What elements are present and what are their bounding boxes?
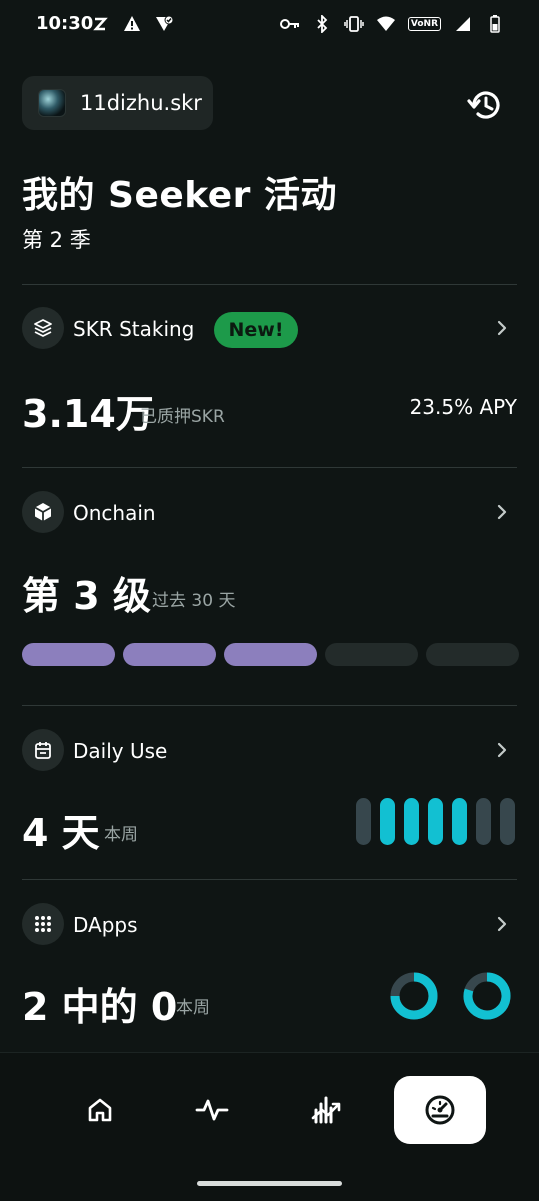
chevron-right-icon — [497, 320, 507, 336]
account-name: 11dizhu.skr — [80, 91, 202, 115]
onchain-progress — [22, 643, 519, 666]
activity-icon — [195, 1099, 229, 1121]
calendar-icon — [22, 729, 64, 771]
layers-icon — [22, 307, 64, 349]
staking-title: SKR Staking — [73, 317, 195, 341]
divider — [22, 284, 517, 285]
page-title: 我的 Seeker 活动 — [22, 175, 337, 216]
chevron-right-icon — [497, 742, 507, 758]
day-bar — [380, 798, 395, 845]
day-bar — [404, 798, 419, 845]
onchain-title: Onchain — [73, 501, 156, 525]
status-time: 10:30 — [36, 13, 94, 34]
dapps-title: DApps — [73, 913, 138, 937]
progress-segment — [224, 643, 317, 666]
cube-icon — [22, 491, 64, 533]
dapps-period: 本周 — [176, 998, 210, 1018]
vpn-key-icon — [279, 14, 300, 34]
day-bar — [428, 798, 443, 845]
bluetooth-icon — [312, 14, 332, 34]
nav-activity-dashboard[interactable] — [394, 1076, 486, 1144]
daily-use-period: 本周 — [104, 825, 138, 845]
speedometer-icon — [425, 1095, 455, 1125]
new-badge: New! — [214, 312, 298, 348]
progress-segment — [325, 643, 418, 666]
progress-segment — [426, 643, 519, 666]
day-bar — [452, 798, 467, 845]
onchain-period: 过去 30 天 — [152, 591, 236, 611]
divider — [22, 879, 517, 880]
avatar — [38, 89, 66, 117]
dapp-progress-ring — [463, 972, 511, 1020]
daily-use-bars — [356, 798, 515, 845]
day-bar — [356, 798, 371, 845]
season-label: 第 2 季 — [22, 228, 91, 252]
grid-dots-icon — [22, 903, 64, 945]
chevron-right-icon — [497, 504, 507, 520]
home-icon — [88, 1098, 112, 1122]
daily-use-value: 4 天 — [22, 811, 100, 855]
staking-apy: 23.5% APY — [409, 395, 517, 419]
nav-trending[interactable] — [280, 1076, 372, 1144]
shield-check-icon — [154, 14, 174, 34]
progress-segment — [123, 643, 216, 666]
day-bar — [500, 798, 515, 845]
dapp-progress-ring — [390, 972, 438, 1020]
warning-icon — [122, 14, 142, 34]
daily-use-title: Daily Use — [73, 739, 168, 763]
staking-value: 3.14万 — [22, 392, 154, 436]
app-notification-icon — [90, 14, 110, 34]
signal-icon — [453, 14, 473, 34]
trending-icon — [311, 1096, 341, 1124]
nav-home[interactable] — [54, 1076, 146, 1144]
nav-activity[interactable] — [166, 1076, 258, 1144]
battery-icon — [485, 14, 505, 34]
progress-segment — [22, 643, 115, 666]
divider — [22, 705, 517, 706]
vibrate-icon — [344, 14, 364, 34]
divider — [22, 467, 517, 468]
history-button[interactable] — [462, 82, 508, 128]
chevron-right-icon — [497, 916, 507, 932]
wifi-icon — [376, 14, 396, 34]
staking-value-label: 已质押SKR — [140, 407, 225, 427]
onchain-level: 第 3 级 — [22, 574, 151, 618]
vonr-badge: VoNR — [407, 17, 441, 31]
account-chip[interactable]: 11dizhu.skr — [22, 76, 213, 130]
day-bar — [476, 798, 491, 845]
history-icon — [467, 91, 500, 119]
dapps-value: 2 中的 0 — [22, 985, 178, 1029]
status-bar: 10:30 VoNR — [0, 0, 539, 50]
gesture-handle[interactable] — [197, 1181, 342, 1186]
